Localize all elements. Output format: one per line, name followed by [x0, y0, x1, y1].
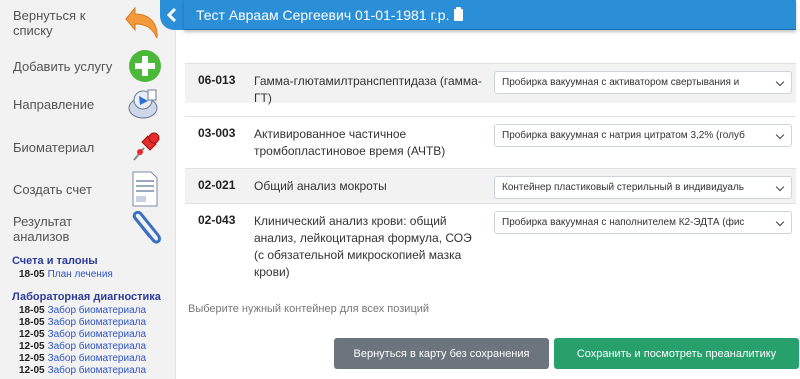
container-select-value: Пробирка вакуумная с активатором свертыв… [502, 77, 740, 88]
save-and-view-button[interactable]: Сохранить и посмотреть преаналитику [554, 338, 799, 369]
container-select[interactable]: Пробирка вакуумная с натрия цитратом 3,2… [494, 124, 792, 147]
table-row: 03-003 Активированное частичное тромбопл… [185, 116, 796, 168]
container-select[interactable]: Пробирка вакуумная с активатором свертыв… [494, 71, 792, 94]
service-code: 02-043 [198, 213, 236, 227]
back-to-list-action[interactable]: Вернуться к списку [0, 2, 176, 44]
app-root: Вернуться к списку Добавить услугу Напра… [0, 0, 800, 379]
container-select[interactable]: Контейнер пластиковый стерильный в индив… [494, 176, 792, 199]
lab-entry[interactable]: 18-05 Забор биоматериала [19, 305, 146, 316]
entry-date: 12-05 [19, 341, 45, 352]
entry-date: 18-05 [19, 317, 45, 328]
chevron-down-icon [775, 217, 785, 227]
table-row: 02-043 Клинический анализ крови: общий а… [185, 203, 796, 291]
biomaterial-label: Биоматериал [13, 139, 95, 155]
service-name: Клинический анализ крови: общий анализ, … [254, 214, 472, 279]
entry-link[interactable]: Забор биоматериала [48, 341, 146, 352]
container-select-value: Контейнер пластиковый стерильный в индив… [502, 182, 744, 193]
patient-title: Тест Авраам Сергеевич 01-01-1981 г.р. [196, 6, 450, 23]
back-without-saving-button[interactable]: Вернуться в карту без сохранения [334, 338, 549, 369]
service-code: 02-021 [198, 178, 236, 192]
add-service-action[interactable]: Добавить услугу [0, 45, 176, 87]
create-invoice-label: Создать счет [13, 181, 92, 197]
lab-entry[interactable]: 12-05 Забор биоматериала [19, 365, 146, 376]
container-hint: Выберите нужный контейнер для всех позиц… [188, 303, 430, 315]
lab-entry[interactable]: 12-05 Забор биоматериала [19, 341, 146, 352]
referral-action[interactable]: Направление [0, 83, 176, 125]
entry-link[interactable]: Забор биоматериала [48, 305, 146, 316]
table-row: 06-013 Гамма-глютамилтранспептидаза (гам… [185, 63, 796, 105]
patient-header: Тест Авраам Сергеевич 01-01-1981 г.р. [184, 0, 796, 30]
chevron-down-icon [775, 182, 785, 192]
lab-entry[interactable]: 18-05 Забор биоматериала [19, 317, 146, 328]
chevron-down-icon [775, 77, 785, 87]
service-name: Общий анализ мокроты [254, 179, 387, 193]
plus-circle-icon [120, 45, 170, 87]
lab-entry[interactable]: 12-05 Забор биоматериала [19, 353, 146, 364]
clipboard-icon[interactable] [454, 6, 464, 21]
invoice-icon [120, 168, 170, 210]
bills-section-title: Счета и талоны [12, 255, 98, 267]
bills-entry[interactable]: 18-05 План лечения [19, 269, 113, 280]
paperclip-icon [120, 208, 170, 250]
sidebar: Вернуться к списку Добавить услугу Напра… [0, 0, 176, 379]
chevron-down-icon [775, 130, 785, 140]
referral-label: Направление [13, 96, 95, 112]
entry-link[interactable]: Забор биоматериала [48, 365, 146, 376]
table-row: 02-021 Общий анализ мокроты Контейнер пл… [185, 168, 796, 203]
entry-date: 18-05 [19, 269, 45, 280]
lab-entry[interactable]: 12-05 Забор биоматериала [19, 329, 146, 340]
test-results-action[interactable]: Результат анализов [0, 208, 176, 250]
back-to-list-label: Вернуться к списку [13, 8, 86, 38]
entry-link[interactable]: Забор биоматериала [48, 329, 146, 340]
chevron-left-icon [166, 7, 177, 23]
entry-link[interactable]: Забор биоматериала [48, 353, 146, 364]
add-service-label: Добавить услугу [13, 58, 113, 74]
entry-link[interactable]: План лечения [48, 269, 113, 280]
pushpin-icon [120, 126, 170, 168]
biomaterial-action[interactable]: Биоматериал [0, 126, 176, 168]
container-select[interactable]: Пробирка вакуумная с наполнителем К2-ЭДТ… [494, 211, 792, 234]
create-invoice-action[interactable]: Создать счет [0, 168, 176, 210]
entry-link[interactable]: Забор биоматериала [48, 317, 146, 328]
service-name: Гамма-глютамилтранспептидаза (гамма-ГТ) [254, 74, 482, 105]
container-select-value: Пробирка вакуумная с натрия цитратом 3,2… [502, 130, 745, 141]
test-results-label: Результат анализов [13, 214, 73, 244]
service-name: Активированное частичное тромбопластинов… [254, 127, 446, 158]
service-code: 06-013 [198, 73, 236, 87]
entry-date: 12-05 [19, 353, 45, 364]
entry-date: 12-05 [19, 329, 45, 340]
container-select-value: Пробирка вакуумная с наполнителем К2-ЭДТ… [502, 217, 745, 228]
referral-icon [120, 83, 170, 125]
collapse-sidebar-button[interactable] [160, 0, 184, 30]
entry-date: 18-05 [19, 305, 45, 316]
service-code: 03-003 [198, 126, 236, 140]
entry-date: 12-05 [19, 365, 45, 376]
lab-section-title: Лабораторная диагностика [12, 291, 161, 303]
